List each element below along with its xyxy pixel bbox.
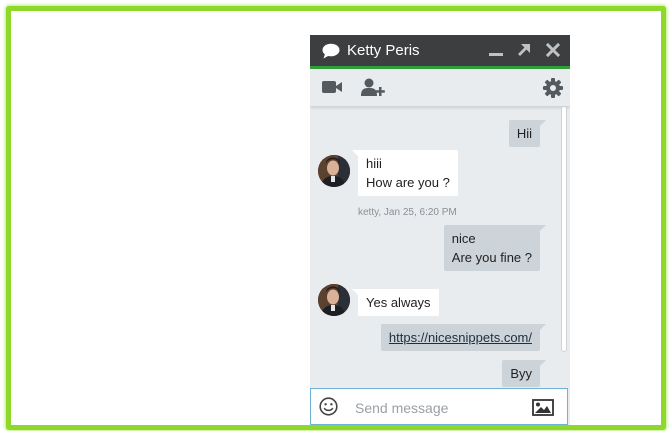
message-list[interactable]: Hii hiii How are you ? ketty, Jan 25, 6:… — [310, 106, 560, 387]
message-text: Hii — [516, 126, 532, 141]
chat-bubble-icon — [322, 43, 340, 59]
add-user-icon[interactable] — [361, 78, 385, 97]
message-composer — [310, 388, 568, 425]
message-text: Yes always — [366, 295, 431, 310]
chat-header: Ketty Peris — [310, 35, 570, 69]
message-input[interactable] — [353, 397, 517, 419]
page-frame: Ketty Peris Hii hiii How are you ? ketty… — [6, 6, 666, 430]
message-incoming: hiii How are you ? — [352, 150, 458, 196]
message-timestamp: ketty, Jan 25, 6:20 PM — [358, 207, 457, 218]
message-outgoing: Hii — [508, 120, 547, 147]
message-text: hiii — [366, 156, 382, 171]
expand-icon[interactable] — [516, 42, 532, 58]
gear-icon[interactable] — [543, 78, 563, 98]
minimize-icon[interactable] — [488, 42, 504, 58]
message-incoming: Yes always — [352, 289, 439, 316]
message-link[interactable]: https://nicesnippets.com/ — [389, 330, 532, 345]
close-icon[interactable] — [545, 42, 561, 58]
avatar[interactable] — [318, 155, 350, 187]
scrollbar-thumb[interactable] — [561, 106, 567, 352]
message-text: nice — [451, 231, 476, 246]
image-icon[interactable] — [532, 399, 554, 416]
message-text: Byy — [510, 366, 532, 381]
chat-window: Ketty Peris Hii hiii How are you ? ketty… — [310, 35, 570, 425]
emoji-icon[interactable] — [319, 397, 338, 416]
scrollbar[interactable] — [560, 106, 568, 386]
video-camera-icon[interactable] — [321, 78, 343, 96]
contact-photo — [318, 155, 350, 187]
message-outgoing: https://nicesnippets.com/ — [380, 324, 547, 351]
message-text: Are you fine ? — [451, 250, 532, 265]
chat-toolbar — [310, 69, 570, 106]
message-outgoing: Byy — [502, 360, 546, 387]
avatar[interactable] — [318, 284, 350, 316]
contact-photo — [318, 284, 350, 316]
chat-title: Ketty Peris — [347, 42, 420, 59]
message-outgoing: nice Are you fine ? — [443, 225, 547, 271]
message-text: How are you ? — [366, 175, 450, 190]
